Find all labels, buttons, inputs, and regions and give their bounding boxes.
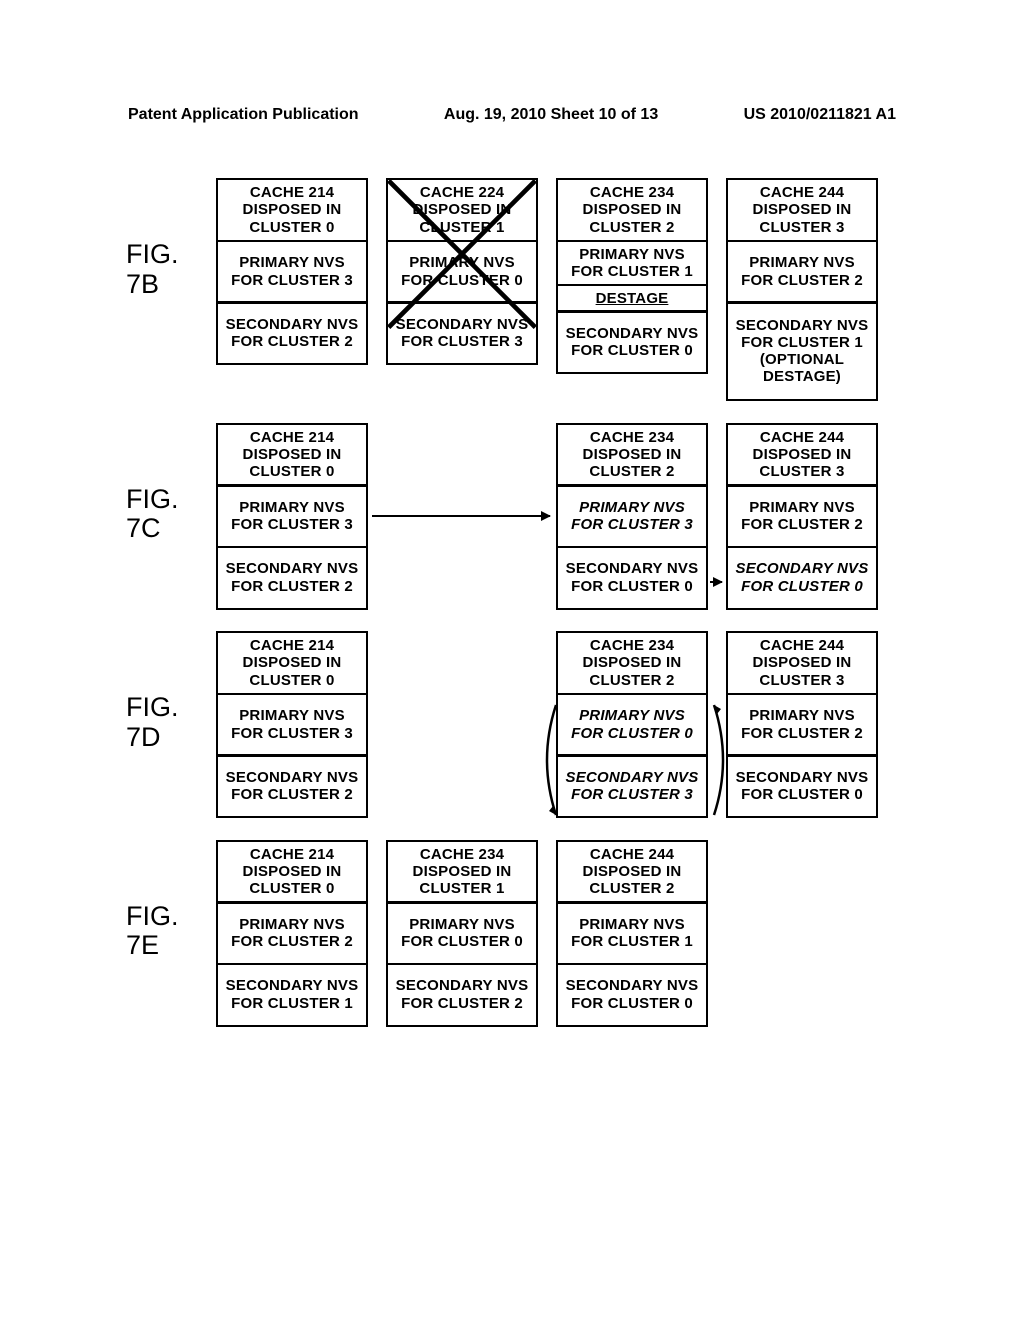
fig-7e-columns: CACHE 214 DISPOSED IN CLUSTER 0 PRIMARY …	[216, 840, 898, 1025]
primary-cell: PRIMARY NVS FOR CLUSTER 2	[726, 240, 878, 304]
fig-7e-col1: CACHE 234 DISPOSED IN CLUSTER 1 PRIMARY …	[386, 840, 538, 1025]
cache-cell: CACHE 234 DISPOSED IN CLUSTER 2	[556, 178, 708, 242]
cache-cell: CACHE 214 DISPOSED IN CLUSTER 0	[216, 631, 368, 695]
primary-cell: PRIMARY NVS FOR CLUSTER 0	[556, 693, 708, 757]
fig-7d-col0: CACHE 214 DISPOSED IN CLUSTER 0 PRIMARY …	[216, 631, 368, 816]
primary-cell: PRIMARY NVS FOR CLUSTER 1	[556, 901, 708, 965]
destage-cell: DESTAGE	[556, 284, 708, 313]
figures-content: FIG. 7B CACHE 214 DISPOSED IN CLUSTER 0 …	[126, 178, 898, 1048]
header-mid: Aug. 19, 2010 Sheet 10 of 13	[444, 106, 658, 124]
fig-7e-col0: CACHE 214 DISPOSED IN CLUSTER 0 PRIMARY …	[216, 840, 368, 1025]
cache-cell: CACHE 214 DISPOSED IN CLUSTER 0	[216, 423, 368, 487]
fig-label-1: FIG.	[126, 239, 179, 269]
primary-cell: PRIMARY NVS FOR CLUSTER 3	[556, 484, 708, 548]
primary-cell: PRIMARY NVS FOR CLUSTER 3	[216, 240, 368, 304]
fig-label-1: FIG.	[126, 692, 179, 722]
fig-label-7b: FIG. 7B	[126, 178, 216, 299]
arrow-icon	[372, 515, 550, 517]
primary-cell: PRIMARY NVS FOR CLUSTER 2	[726, 484, 878, 548]
primary-cell: PRIMARY NVS FOR CLUSTER 1	[556, 240, 708, 287]
fig-7b-columns: CACHE 214 DISPOSED IN CLUSTER 0 PRIMARY …	[216, 178, 898, 399]
fig-7d: FIG. 7D CACHE 214 DISPOSED IN CLUSTER 0 …	[126, 631, 898, 816]
fig-7b-col2: CACHE 234 DISPOSED IN CLUSTER 2 PRIMARY …	[556, 178, 708, 399]
secondary-cell: SECONDARY NVS FOR CLUSTER 1 (OPTIONAL DE…	[726, 301, 878, 401]
primary-cell: PRIMARY NVS FOR CLUSTER 3	[216, 484, 368, 548]
cache-cell: CACHE 234 DISPOSED IN CLUSTER 2	[556, 631, 708, 695]
primary-cell: PRIMARY NVS FOR CLUSTER 2	[726, 693, 878, 757]
page-header: Patent Application Publication Aug. 19, …	[0, 106, 1024, 124]
arrow-icon	[710, 581, 722, 583]
fig-label-2: 7C	[126, 513, 161, 543]
secondary-cell: SECONDARY NVS FOR CLUSTER 1	[216, 963, 368, 1027]
cache-cell: CACHE 234 DISPOSED IN CLUSTER 1	[386, 840, 538, 904]
cache-cell: CACHE 244 DISPOSED IN CLUSTER 3	[726, 423, 878, 487]
cache-cell: CACHE 244 DISPOSED IN CLUSTER 3	[726, 178, 878, 242]
fig-7d-col2: CACHE 234 DISPOSED IN CLUSTER 2 PRIMARY …	[556, 631, 708, 816]
primary-cell: PRIMARY NVS FOR CLUSTER 0	[386, 901, 538, 965]
fig-label-7c: FIG. 7C	[126, 423, 216, 544]
secondary-cell: SECONDARY NVS FOR CLUSTER 2	[216, 754, 368, 818]
cache-cell: CACHE 234 DISPOSED IN CLUSTER 2	[556, 423, 708, 487]
fig-label-1: FIG.	[126, 901, 179, 931]
cache-cell: CACHE 214 DISPOSED IN CLUSTER 0	[216, 178, 368, 242]
fig-label-1: FIG.	[126, 484, 179, 514]
header-right: US 2010/0211821 A1	[744, 106, 896, 124]
primary-cell: PRIMARY NVS FOR CLUSTER 0	[386, 240, 538, 304]
secondary-cell: SECONDARY NVS FOR CLUSTER 3	[386, 301, 538, 365]
fig-label-2: 7D	[126, 722, 161, 752]
fig-7b-col0: CACHE 214 DISPOSED IN CLUSTER 0 PRIMARY …	[216, 178, 368, 399]
fig-7b-col3: CACHE 244 DISPOSED IN CLUSTER 3 PRIMARY …	[726, 178, 878, 399]
fig-label-7d: FIG. 7D	[126, 631, 216, 752]
fig-7c-col0: CACHE 214 DISPOSED IN CLUSTER 0 PRIMARY …	[216, 423, 368, 608]
cache-cell: CACHE 214 DISPOSED IN CLUSTER 0	[216, 840, 368, 904]
fig-label-2: 7E	[126, 930, 159, 960]
fig-7c-col2: CACHE 234 DISPOSED IN CLUSTER 2 PRIMARY …	[556, 423, 708, 608]
cache-cell: CACHE 244 DISPOSED IN CLUSTER 2	[556, 840, 708, 904]
fig-7c-columns: CACHE 214 DISPOSED IN CLUSTER 0 PRIMARY …	[216, 423, 898, 608]
header-left: Patent Application Publication	[128, 106, 359, 124]
fig-7d-col3: CACHE 244 DISPOSED IN CLUSTER 3 PRIMARY …	[726, 631, 878, 816]
fig-7d-columns: CACHE 214 DISPOSED IN CLUSTER 0 PRIMARY …	[216, 631, 898, 816]
optional-destage-text: (OPTIONAL DESTAGE)	[731, 351, 873, 386]
fig-7b-col1-crossed: CACHE 224 DISPOSED IN CLUSTER 1 PRIMARY …	[386, 178, 538, 399]
fig-7d-col1-empty	[386, 631, 538, 816]
secondary-cell: SECONDARY NVS FOR CLUSTER 0	[726, 754, 878, 818]
fig-7b: FIG. 7B CACHE 214 DISPOSED IN CLUSTER 0 …	[126, 178, 898, 399]
secondary-cell: SECONDARY NVS FOR CLUSTER 2	[386, 963, 538, 1027]
secondary-cell: SECONDARY NVS FOR CLUSTER 0	[556, 963, 708, 1027]
secondary-cell: SECONDARY NVS FOR CLUSTER 2	[216, 546, 368, 610]
secondary-cell: SECONDARY NVS FOR CLUSTER 2	[216, 301, 368, 365]
cache-cell: CACHE 244 DISPOSED IN CLUSTER 3	[726, 631, 878, 695]
secondary-cell: SECONDARY NVS FOR CLUSTER 3	[556, 754, 708, 818]
secondary-text: SECONDARY NVS FOR CLUSTER 1	[731, 317, 873, 352]
secondary-cell: SECONDARY NVS FOR CLUSTER 0	[556, 546, 708, 610]
fig-7e: FIG. 7E CACHE 214 DISPOSED IN CLUSTER 0 …	[126, 840, 898, 1025]
fig-label-2: 7B	[126, 269, 159, 299]
secondary-cell: SECONDARY NVS FOR CLUSTER 0	[556, 310, 708, 374]
fig-7c: FIG. 7C CACHE 214 DISPOSED IN CLUSTER 0 …	[126, 423, 898, 608]
primary-cell: PRIMARY NVS FOR CLUSTER 3	[216, 693, 368, 757]
primary-cell: PRIMARY NVS FOR CLUSTER 2	[216, 901, 368, 965]
fig-7e-col2: CACHE 244 DISPOSED IN CLUSTER 2 PRIMARY …	[556, 840, 708, 1025]
cache-cell: CACHE 224 DISPOSED IN CLUSTER 1	[386, 178, 538, 242]
secondary-cell: SECONDARY NVS FOR CLUSTER 0	[726, 546, 878, 610]
fig-label-7e: FIG. 7E	[126, 840, 216, 961]
fig-7c-col3: CACHE 244 DISPOSED IN CLUSTER 3 PRIMARY …	[726, 423, 878, 608]
